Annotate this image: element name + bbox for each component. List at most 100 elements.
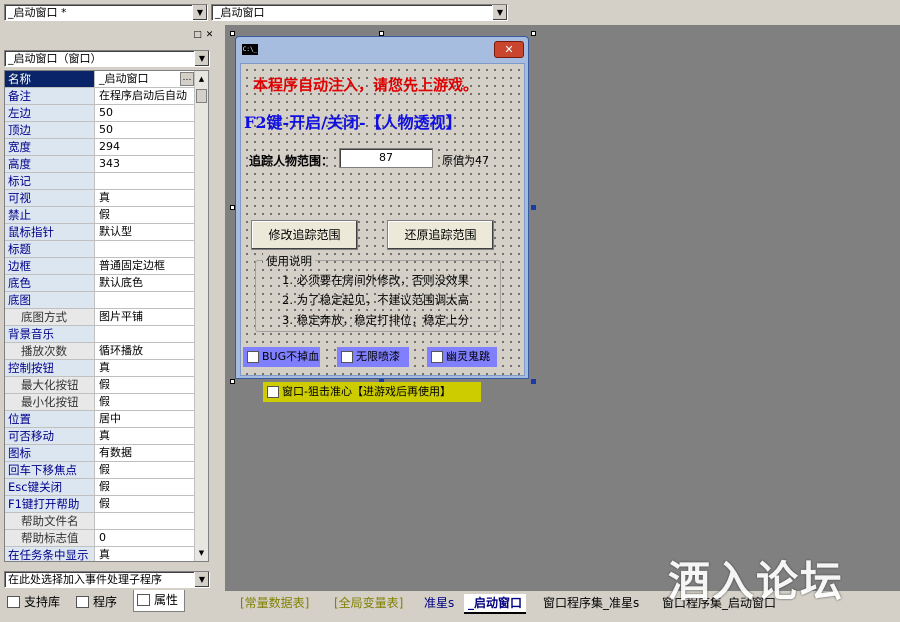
property-row[interactable]: 高度 343 <box>5 156 208 173</box>
property-value[interactable]: 真 <box>96 547 195 561</box>
resize-handle[interactable] <box>531 31 536 36</box>
close-icon[interactable]: ✕ <box>204 30 215 40</box>
checkbox-box[interactable] <box>267 386 279 398</box>
property-row[interactable]: 底色 默认底色 <box>5 275 208 292</box>
property-row[interactable]: 顶边 50 <box>5 122 208 139</box>
property-row[interactable]: F1键打开帮助假 <box>5 496 208 513</box>
property-value[interactable]: 有数据 <box>96 445 195 461</box>
property-row[interactable]: 最大化按钮假 <box>5 377 208 394</box>
property-row[interactable]: 控制按钮真 <box>5 360 208 377</box>
property-row[interactable]: 禁止假 <box>5 207 208 224</box>
chevron-down-icon[interactable]: ▼ <box>192 5 207 20</box>
property-row[interactable]: 可视真 <box>5 190 208 207</box>
scroll-down-icon[interactable]: ▼ <box>196 547 207 559</box>
tab-support-library[interactable]: 支持库 <box>4 592 60 612</box>
resize-handle[interactable] <box>230 379 235 384</box>
property-row[interactable]: 左边 50 <box>5 105 208 122</box>
property-value[interactable]: 居中 <box>96 411 195 427</box>
editor-tab[interactable]: [常量数据表] <box>236 594 313 614</box>
editor-tab[interactable]: [全局变量表] <box>330 594 407 614</box>
property-value[interactable]: 在程序启动后自动 <box>96 88 195 104</box>
property-value[interactable]: 真 <box>96 360 195 376</box>
module-selector-combo[interactable]: _启动窗口 * ▼ <box>4 4 208 21</box>
checkbox-box[interactable] <box>247 351 259 363</box>
property-row[interactable]: 边框 普通固定边框 <box>5 258 208 275</box>
modify-range-button[interactable]: 修改追踪范围 <box>251 220 358 250</box>
property-value[interactable]: 0 <box>96 530 195 546</box>
property-value[interactable] <box>96 326 195 342</box>
scroll-up-icon[interactable]: ▲ <box>196 73 207 85</box>
resize-handle[interactable] <box>531 205 536 210</box>
checkbox-box[interactable] <box>431 351 443 363</box>
tab-properties[interactable]: 属性 <box>133 590 186 612</box>
property-row[interactable]: 名称 _启动窗口 <box>5 71 208 88</box>
property-value[interactable] <box>96 173 195 189</box>
close-button[interactable]: ✕ <box>494 41 524 58</box>
chevron-down-icon[interactable]: ▼ <box>194 572 209 587</box>
ellipsis-button[interactable]: … <box>180 72 194 86</box>
restore-icon[interactable]: □ <box>192 30 203 40</box>
property-value[interactable] <box>96 292 195 308</box>
chevron-down-icon[interactable]: ▼ <box>194 51 209 66</box>
ghost-jump-checkbox[interactable]: 幽灵鬼跳 <box>427 347 497 367</box>
property-row[interactable]: 在任务条中显示真 <box>5 547 208 561</box>
checkbox-box[interactable] <box>341 351 353 363</box>
property-value[interactable]: 真 <box>96 190 195 206</box>
editor-tab[interactable]: _启动窗口 <box>464 594 527 614</box>
property-row[interactable]: 背景音乐 <box>5 326 208 343</box>
property-row[interactable]: 位置 居中 <box>5 411 208 428</box>
resize-handle[interactable] <box>531 379 536 384</box>
property-scrollbar[interactable]: ▲ ▼ <box>194 71 208 561</box>
property-value[interactable]: 50 <box>96 122 195 138</box>
property-row[interactable]: 可否移动真 <box>5 428 208 445</box>
property-row[interactable]: 底图方式 图片平铺 <box>5 309 208 326</box>
property-row[interactable]: 标记 <box>5 173 208 190</box>
sniper-crosshair-checkbox[interactable]: 窗口-狙击准心【进游戏后再使用】 <box>263 382 481 402</box>
property-value[interactable]: 默认底色 <box>96 275 195 291</box>
property-value[interactable]: 图片平铺 <box>96 309 195 325</box>
property-row[interactable]: 底图 <box>5 292 208 309</box>
property-row[interactable]: 备注 在程序启动后自动 <box>5 88 208 105</box>
tab-program[interactable]: 程序 <box>73 592 117 612</box>
property-value[interactable]: 假 <box>96 496 195 512</box>
property-value[interactable]: 假 <box>96 377 195 393</box>
infinite-spray-checkbox[interactable]: 无限喷漆 <box>337 347 409 367</box>
editor-tab[interactable]: 窗口程序集_准星s <box>539 594 643 614</box>
editor-tab[interactable]: 准星s <box>420 594 458 614</box>
property-value[interactable]: 343 <box>96 156 195 172</box>
property-row[interactable]: Esc键关闭假 <box>5 479 208 496</box>
property-value[interactable]: 50 <box>96 105 195 121</box>
property-row[interactable]: 回车下移焦点假 <box>5 462 208 479</box>
property-value[interactable] <box>96 241 195 257</box>
property-row[interactable]: 帮助文件名 <box>5 513 208 530</box>
event-selector-combo[interactable]: 在此处选择加入事件处理子程序 ▼ <box>4 571 210 588</box>
scroll-thumb[interactable] <box>196 89 207 103</box>
range-input[interactable]: 87 <box>339 148 433 168</box>
property-value[interactable]: 294 <box>96 139 195 155</box>
property-row[interactable]: 帮助标志值 0 <box>5 530 208 547</box>
property-value[interactable]: 假 <box>96 479 195 495</box>
subroutine-selector-combo[interactable]: _启动窗口 ▼ <box>211 4 508 21</box>
property-value[interactable]: 假 <box>96 394 195 410</box>
property-value[interactable]: 假 <box>96 462 195 478</box>
restore-range-button[interactable]: 还原追踪范围 <box>387 220 494 250</box>
property-row[interactable]: 鼠标指针 默认型 <box>5 224 208 241</box>
property-value[interactable]: 真 <box>96 428 195 444</box>
property-value[interactable]: 普通固定边框 <box>96 258 195 274</box>
property-value[interactable] <box>96 513 195 529</box>
property-row[interactable]: 宽度 294 <box>5 139 208 156</box>
window-title-bar[interactable]: C:\_ ✕ <box>236 37 528 63</box>
property-row[interactable]: 图标 有数据 <box>5 445 208 462</box>
property-value[interactable]: 默认型 <box>96 224 195 240</box>
chevron-down-icon[interactable]: ▼ <box>492 5 507 20</box>
property-row[interactable]: 标题 <box>5 241 208 258</box>
property-row[interactable]: 播放次数 循环播放 <box>5 343 208 360</box>
property-value[interactable]: 假 <box>96 207 195 223</box>
bug-no-damage-checkbox[interactable]: BUG不掉血 <box>243 347 320 367</box>
property-row[interactable]: 最小化按钮假 <box>5 394 208 411</box>
window-client-area[interactable]: 本程序自动注入，请您先上游戏。 F2键-开启/关闭-【人物透视】 追踪人物范围：… <box>240 63 525 402</box>
designed-window[interactable]: C:\_ ✕ 本程序自动注入，请您先上游戏。 F2键-开启/关闭-【人物透视】 … <box>235 36 529 402</box>
property-value[interactable]: 循环播放 <box>96 343 195 359</box>
resize-handle[interactable] <box>230 31 235 36</box>
object-selector-combo[interactable]: _启动窗口（窗口） ▼ <box>4 50 210 67</box>
